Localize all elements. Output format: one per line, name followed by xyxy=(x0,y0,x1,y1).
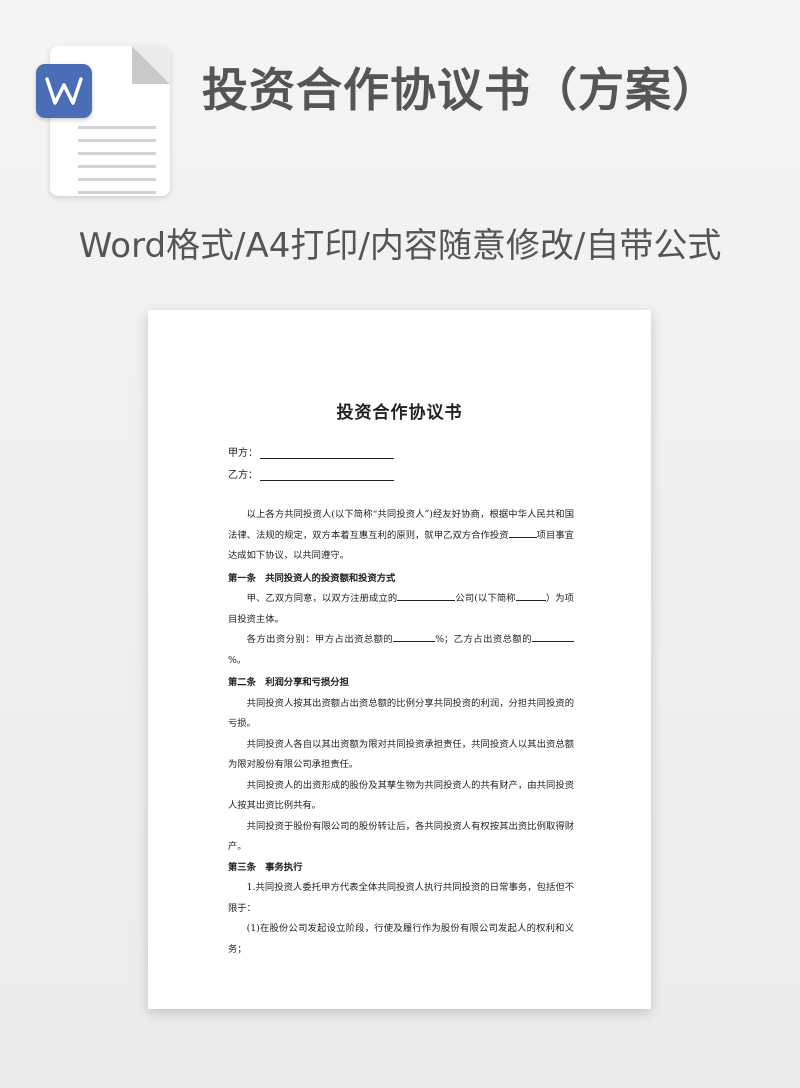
article-3-paragraph-2: (1)在股份公司发起设立阶段，行使及履行作为股份有限公司发起人的权利和义务； xyxy=(228,923,574,955)
party-b-label: 乙方： xyxy=(228,470,258,481)
party-b-line: 乙方： xyxy=(228,466,394,481)
document-body: 以上各方共同投资人(以下简称“共同投资人”)经友好协商，根据中华人民共和国法律、… xyxy=(228,505,574,960)
article-1-heading: 第一条 共同投资人的投资额和投资方式 xyxy=(228,572,396,584)
party-a-label: 甲方： xyxy=(228,448,258,459)
party-a-line: 甲方： xyxy=(228,444,394,459)
text-lines-graphic xyxy=(78,126,156,196)
document-title: 投资合作协议书 xyxy=(336,403,463,423)
intro-paragraph: 以上各方共同投资人(以下简称“共同投资人”)经友好协商，根据中华人民共和国法律、… xyxy=(228,509,574,561)
word-document-icon xyxy=(36,46,171,198)
document-preview: 投资合作协议书 甲方： 乙方： 以上各方共同投资人(以下简称“共同投资人”)经友… xyxy=(148,310,651,1009)
party-a-blank xyxy=(260,447,394,459)
article-2-paragraph-4: 共同投资于股份有限公司的股份转让后，各共同投资人有权按其出资比例取得财产。 xyxy=(228,820,574,853)
article-3-paragraph-1: 1.共同投资人委托甲方代表全体共同投资人执行共同投资的日常事务，包括但不限于： xyxy=(228,882,574,914)
article-1-paragraph-1: 甲、乙双方同意，以双方注册成立的 公司(以下简称 ）为项目投资主体。 xyxy=(228,589,574,630)
page-title: 投资合作协议书（方案） xyxy=(202,63,719,117)
article-2-paragraph-2: 共同投资人各自以其出资额为限对共同投资承担责任，共同投资人以其出资总额为限对股份… xyxy=(228,738,574,771)
article-2-heading: 第二条 利润分享和亏损分担 xyxy=(228,677,349,688)
word-badge-icon xyxy=(36,64,92,118)
page-fold-graphic xyxy=(132,46,170,84)
page-subtitle: Word格式/A4打印/内容随意修改/自带公式 xyxy=(78,226,722,266)
article-2-paragraph-3: 共同投资人的出资形成的股份及其孳生物为共同投资人的共有财产，由共同投资人按其出资… xyxy=(228,779,574,812)
article-2-paragraph-1: 共同投资人按其出资额占出资总额的比例分享共同投资的利润，分担共同投资的亏损。 xyxy=(228,697,574,730)
article-1-paragraph-2: 各方出资分别：甲方占出资总额的 %；乙方占出资总额的%。 xyxy=(228,630,574,671)
article-3-heading: 第三条 事务执行 xyxy=(228,861,303,873)
party-b-blank xyxy=(260,469,394,481)
